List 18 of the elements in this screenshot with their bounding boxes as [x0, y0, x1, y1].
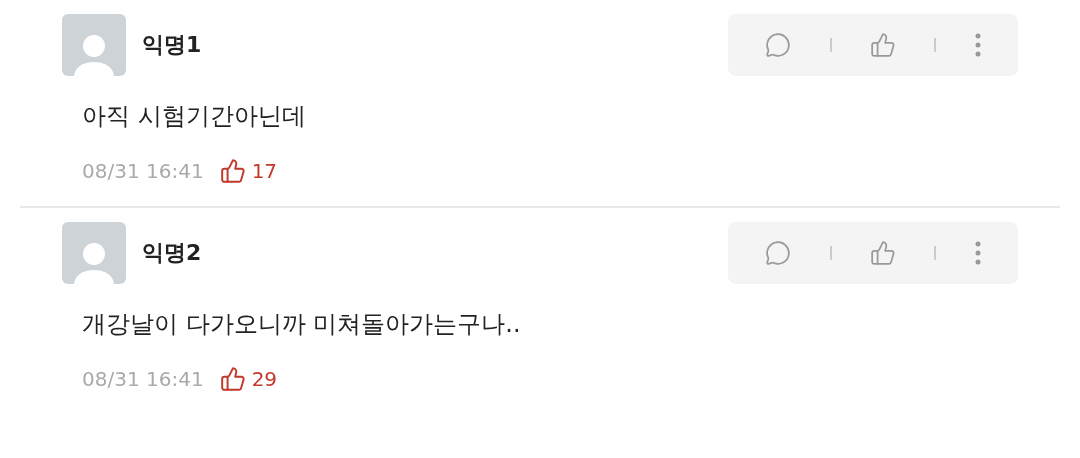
thumbs-up-icon	[869, 32, 896, 58]
comment-time: 08/31 16:41	[82, 158, 204, 185]
comment-text: 아직 시험기간아닌데	[82, 102, 306, 130]
like-count: 29	[251, 366, 278, 393]
author-name: 익명2	[142, 239, 202, 267]
more-icon	[974, 241, 981, 265]
avatar-icon	[62, 14, 126, 76]
like-icon	[219, 366, 246, 392]
comment-time: 08/31 16:41	[82, 366, 204, 393]
thumbs-up-icon	[869, 240, 896, 266]
comment-text: 개강날이 다가오니까 미쳐돌아가는구나..	[82, 310, 521, 338]
author-name: 익명1	[142, 31, 202, 59]
speech-bubble-icon	[765, 240, 792, 266]
speech-bubble-icon	[765, 32, 792, 58]
like-count: 17	[251, 158, 278, 185]
more-icon	[974, 33, 981, 57]
like-icon	[219, 158, 246, 184]
avatar-icon	[62, 222, 126, 284]
